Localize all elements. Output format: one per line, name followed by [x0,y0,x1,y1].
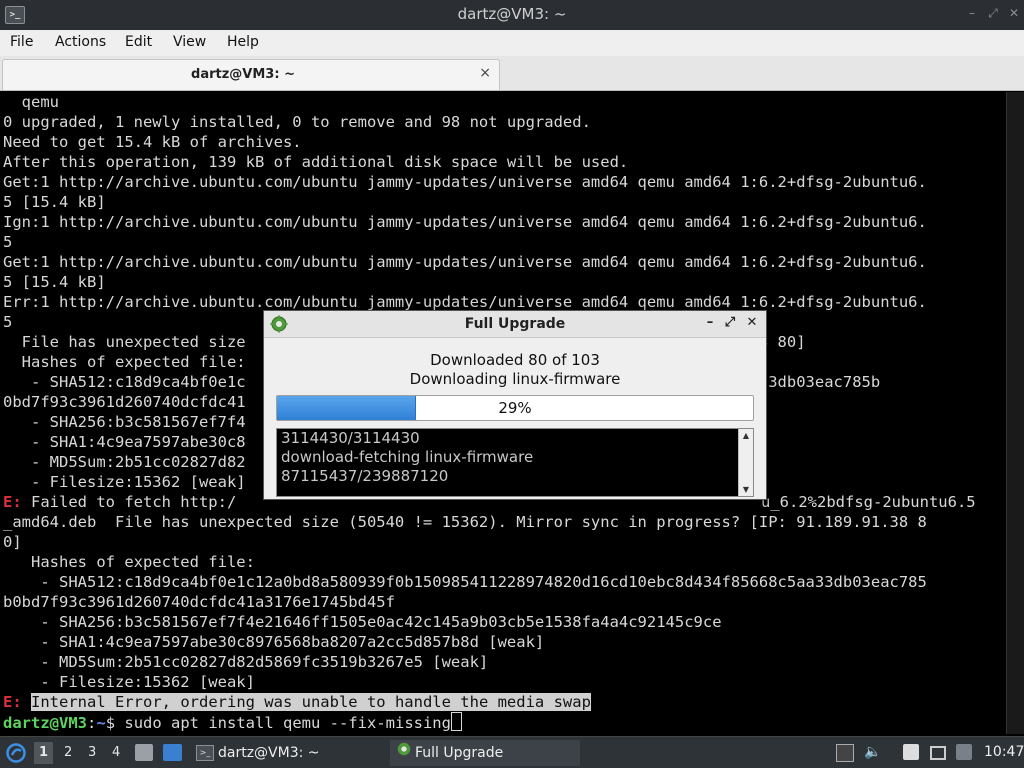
task-terminal[interactable]: >_ dartz@VM3: ~ [192,740,378,766]
terminal-line: - SHA256:b3c581567ef7f4e21646ff1505e0ac4… [3,613,722,631]
task-full-upgrade[interactable]: Full Upgrade [390,740,580,766]
terminal-line: - SHA1:4c9ea7597abe30c8 [3,433,246,451]
terminal-line: - Filesize:15362 [weak] [3,673,255,691]
download-count-text: Downloaded 80 of 103 [430,351,600,369]
menu-edit[interactable]: Edit [125,34,152,50]
volume-icon[interactable]: 🔈 [864,744,881,760]
terminal-line: 0 upgraded, 1 newly installed, 0 to remo… [3,113,591,131]
tray-app-icon[interactable] [836,744,854,762]
terminal-line: After this operation, 139 kB of addition… [3,153,629,171]
tab-terminal[interactable]: dartz@VM3: ~ × [2,59,500,90]
terminal-error-line: E: Failed to fetch http:/ [3,492,236,512]
dialog-close-icon[interactable]: ✕ [745,315,759,330]
terminal-scrollbar[interactable] [1006,92,1024,734]
progress-bar: 29% [276,395,754,421]
scroll-down-icon[interactable]: ▼ [739,485,753,494]
taskbar: 1 2 3 4 >_ dartz@VM3: ~ Full Upgrade 🔈 10… [0,736,1024,768]
update-notifier-icon[interactable] [956,744,972,760]
task-full-upgrade-label: Full Upgrade [415,745,504,761]
dialog-title: Full Upgrade [464,316,566,332]
dialog-maximize-icon[interactable]: ⤢ [723,315,737,330]
terminal-line: 5 [15.4 kB] [3,273,106,291]
log-scrollbar[interactable]: ▲ ▼ [738,429,753,496]
terminal-line: b0bd7f93c3961d260740dcfdc41a3176e1745bd4… [3,593,395,611]
task-terminal-label: dartz@VM3: ~ [218,745,320,761]
log-line: 3114430/3114430 [281,429,420,447]
fetch-error-text-tail: u_6.2%2bdfsg-2ubuntu6.5 [761,493,976,511]
workspace-2[interactable]: 2 [64,745,72,760]
error-prefix: E: [3,493,22,511]
start-menu-icon[interactable] [6,743,26,763]
internal-error-message: Internal Error, ordering was unable to h… [31,693,591,711]
terminal-line: - SHA256:b3c581567ef7f4 [3,413,246,431]
workspace-4[interactable]: 4 [112,745,120,760]
log-line: download-fetching linux-firmware [281,448,534,466]
text-cursor [450,712,462,731]
workspace-3[interactable]: 3 [88,745,96,760]
window-title: dartz@VM3: ~ [457,5,567,23]
prompt-sep: : [87,714,97,732]
network-icon[interactable] [930,746,946,760]
close-window-icon[interactable]: ✕ [1007,6,1021,20]
terminal-line: - Filesize:15362 [weak] [3,473,246,491]
progress-label: 29% [498,399,532,417]
terminal-line: 5 [15.4 kB] [3,193,106,211]
full-upgrade-dialog: Full Upgrade – ⤢ ✕ Downloaded 80 of 103 … [263,310,767,500]
dialog-titlebar[interactable]: Full Upgrade – ⤢ ✕ [264,311,766,338]
download-log[interactable]: 3114430/3114430 download-fetching linux-… [276,428,754,497]
terminal-line: 5 [3,233,13,251]
show-desktop-icon[interactable] [163,744,182,761]
clipboard-icon[interactable] [903,744,919,760]
scroll-up-icon[interactable]: ▲ [739,431,753,440]
log-line: 87115437/239887120 [281,467,449,485]
download-status-text: Downloading linux-firmware [409,370,621,388]
terminal-line: Hashes of expected file: [3,553,255,571]
prompt-path: ~ [96,714,106,732]
terminal-prompt-line[interactable]: dartz@VM3:~$ sudo apt install qemu --fix… [3,712,462,732]
terminal-line: qemu [3,93,59,111]
window-titlebar: >_ dartz@VM3: ~ – ⤢ ✕ [0,0,1024,30]
terminal-line: 0] [3,533,22,551]
prompt-symbol: $ [105,714,116,732]
minimize-window-icon[interactable]: – [965,6,979,20]
terminal-line: Get:1 http://archive.ubuntu.com/ubuntu j… [3,173,927,191]
terminal-line: Need to get 15.4 kB of archives. [3,133,302,151]
maximize-window-icon[interactable]: ⤢ [986,6,1000,20]
menu-view[interactable]: View [173,34,206,50]
prompt-user: dartz@VM3 [3,714,87,732]
terminal-line: 0bd7f93c3961d260740dcfdc41 [3,393,246,411]
terminal-line: _amd64.deb File has unexpected size (505… [3,513,927,531]
dialog-minimize-icon[interactable]: – [703,315,717,330]
menu-file[interactable]: File [10,34,33,50]
tab-bar: dartz@VM3: ~ × [0,56,1024,91]
error-prefix: E: [3,693,22,711]
fetch-error-text: Failed to fetch http:/ [21,493,237,511]
tab-label: dartz@VM3: ~ [191,67,295,82]
terminal-line: 5 [3,313,13,331]
terminal-icon: >_ [196,745,214,761]
file-manager-icon[interactable] [135,744,153,761]
workspace-1[interactable]: 1 [34,742,54,764]
terminal-line: Ign:1 http://archive.ubuntu.com/ubuntu j… [3,213,927,231]
clock[interactable]: 10:47 [984,744,1024,760]
menu-help[interactable]: Help [227,34,259,50]
terminal-line: Err:1 http://archive.ubuntu.com/ubuntu j… [3,293,927,311]
terminal-line: - SHA512:c18d9ca4bf0e1c12a0bd8a580939f0b… [3,573,927,591]
prompt-command: sudo apt install qemu --fix-missing [115,714,451,732]
menu-actions[interactable]: Actions [55,34,106,50]
terminal-line: Hashes of expected file: [3,353,246,371]
terminal-line: - SHA1:4c9ea7597abe30c8976568ba8207a2cc5… [3,633,545,651]
tab-close-icon[interactable]: × [479,65,491,81]
menubar: File Actions Edit View Help [0,30,1024,56]
terminal-line: - MD5Sum:2b51cc02827d82d5869fc3519b3267e… [3,653,489,671]
terminal-line: - MD5Sum:2b51cc02827d82 [3,453,246,471]
terminal-line: Get:1 http://archive.ubuntu.com/ubuntu j… [3,253,927,271]
terminal-internal-error-line: E: Internal Error, ordering was unable t… [3,692,591,712]
gear-icon [396,740,412,766]
